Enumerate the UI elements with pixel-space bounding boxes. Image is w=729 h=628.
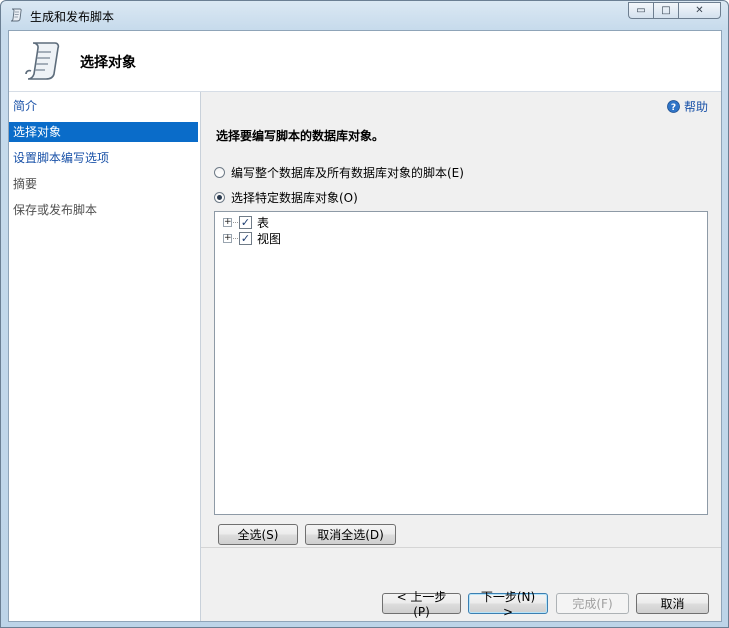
close-button[interactable]: ✕ (678, 2, 721, 19)
wizard-window: 生成和发布脚本 ▭ □ ✕ 选择对象 简介 选择对象 设置脚本编写选项 摘要 保… (0, 0, 729, 628)
tree-node-tables[interactable]: + ✓ 表 (223, 214, 269, 230)
caption-buttons: ▭ □ ✕ (628, 2, 721, 22)
views-checkbox[interactable]: ✓ (239, 231, 252, 245)
nav-item-select-objects[interactable]: 选择对象 (9, 122, 198, 142)
tree-label: 视图 (257, 231, 282, 246)
svg-text:?: ? (671, 103, 676, 113)
minimize-button[interactable]: ▭ (628, 2, 653, 19)
maximize-button[interactable]: □ (653, 2, 678, 19)
nav-item-save-publish: 保存或发布脚本 (13, 203, 98, 217)
wizard-nav: 简介 选择对象 设置脚本编写选项 摘要 保存或发布脚本 (9, 92, 201, 621)
nav-item-intro[interactable]: 简介 (9, 96, 198, 116)
expand-icon[interactable]: + (223, 233, 232, 243)
window-title: 生成和发布脚本 (30, 10, 115, 24)
minimize-icon: ▭ (636, 5, 646, 16)
tree-connector (233, 237, 238, 239)
nav-item-summary: 摘要 (13, 177, 38, 191)
tree-node-views[interactable]: + ✓ 视图 (223, 230, 281, 246)
footer-divider (201, 547, 721, 548)
maximize-icon: □ (661, 5, 671, 16)
radio-entire-database[interactable]: 编写整个数据库及所有数据库对象的脚本(E) (214, 164, 464, 181)
tree-connector (233, 221, 238, 223)
title-bar: 生成和发布脚本 ▭ □ ✕ (1, 1, 728, 29)
help-link[interactable]: ? 帮助 (667, 98, 708, 115)
deselect-all-button[interactable]: 取消全选(D) (305, 524, 396, 545)
wizard-header: 选择对象 (9, 31, 721, 92)
client-area: 选择对象 简介 选择对象 设置脚本编写选项 摘要 保存或发布脚本 ? 帮助 选择… (8, 30, 722, 622)
radio-checked-icon[interactable] (214, 192, 225, 203)
section-heading: 选择要编写脚本的数据库对象。 (216, 129, 385, 143)
radio-specific-objects[interactable]: 选择特定数据库对象(O) (214, 189, 358, 206)
object-tree[interactable]: + ✓ 表 + ✓ 视图 (214, 211, 708, 515)
help-label: 帮助 (683, 100, 708, 114)
radio-unchecked-icon[interactable] (214, 167, 225, 178)
close-icon: ✕ (695, 5, 704, 16)
nav-item-scripting-options[interactable]: 设置脚本编写选项 (9, 148, 198, 168)
main-panel: ? 帮助 选择要编写脚本的数据库对象。 编写整个数据库及所有数据库对象的脚本(E… (201, 92, 721, 621)
expand-icon[interactable]: + (223, 217, 232, 227)
select-all-button[interactable]: 全选(S) (218, 524, 298, 545)
next-button[interactable]: 下一步(N) > (468, 590, 548, 619)
finish-button: 完成(F) (556, 593, 629, 614)
script-scroll-icon (25, 42, 60, 80)
radio-label: 选择特定数据库对象(O) (231, 191, 358, 205)
tables-checkbox[interactable]: ✓ (239, 215, 252, 229)
previous-button[interactable]: < 上一步(P) (382, 590, 461, 619)
help-icon: ? (667, 100, 680, 113)
page-title: 选择对象 (80, 55, 136, 71)
tree-label: 表 (257, 215, 270, 230)
radio-label: 编写整个数据库及所有数据库对象的脚本(E) (231, 166, 464, 180)
cancel-button[interactable]: 取消 (636, 593, 709, 614)
script-scroll-icon (10, 8, 22, 22)
